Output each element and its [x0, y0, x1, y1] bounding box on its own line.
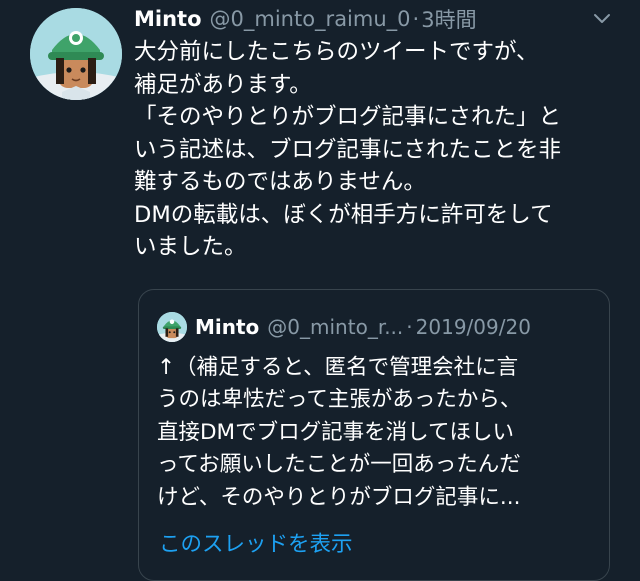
avatar-image	[30, 8, 122, 100]
quoted-text-line: ってお願いしたことが一回あったんだ	[157, 452, 521, 478]
author-name[interactable]: Minto	[134, 7, 202, 31]
avatar[interactable]	[30, 8, 122, 100]
quoted-text: ↑（補足すると、匿名で管理会社に言 うのは卑怯だって主張があったから、 直接DM…	[157, 352, 597, 514]
quoted-date: 2019/09/20	[415, 315, 531, 339]
timestamp[interactable]: 3時間	[421, 4, 476, 34]
quoted-header: Minto @0_minto_r... · 2019/09/20	[195, 310, 531, 344]
tweet-text-line: いました。	[134, 234, 247, 260]
tweet-text-line: 大分前にしたこちらのツイートですが、	[134, 39, 539, 65]
tweet-text-line: 補足があります。	[134, 71, 312, 98]
quoted-text-line: ↑（補足すると、匿名で管理会社に言	[157, 355, 519, 380]
quoted-text-line: けど、そのやりとりがブログ記事に...	[157, 484, 521, 510]
quoted-author-name: Minto	[195, 315, 260, 339]
chevron-down-icon[interactable]	[592, 12, 612, 26]
quoted-avatar-image	[157, 312, 187, 342]
tweet-text-line: DMの転載は、ぼくが相手方に許可をして	[134, 201, 553, 228]
tweet: Minto @0_minto_raimu_0 · 3時間 大分前にしたこちらのツ…	[0, 0, 640, 581]
quoted-author-handle: @0_minto_r...	[267, 315, 404, 339]
tweet-text-line: 「そのやりとりがブログ記事にされた」と	[134, 104, 562, 130]
author-handle[interactable]: @0_minto_raimu_0	[210, 7, 411, 31]
quoted-avatar	[157, 312, 187, 342]
tweet-text-line: 難するものではありません。	[134, 169, 426, 195]
quoted-separator-dot: ·	[406, 315, 413, 339]
show-thread-link[interactable]: このスレッドを表示	[159, 530, 353, 560]
quoted-text-line: 直接DMでブログ記事を消してほしい	[157, 419, 514, 445]
tweet-header: Minto @0_minto_raimu_0 · 3時間	[134, 2, 477, 36]
quoted-text-line: うのは卑怯だって主張があったから、	[157, 387, 522, 413]
tweet-text-line: いう記述は、ブログ記事にされたことを非	[134, 136, 562, 163]
tweet-text: 大分前にしたこちらのツイートですが、 補足があります。 「そのやりとりがブログ記…	[134, 36, 624, 264]
separator-dot: ·	[412, 7, 420, 31]
quoted-tweet[interactable]: Minto @0_minto_r... · 2019/09/20 ↑（補足すると…	[138, 289, 610, 581]
